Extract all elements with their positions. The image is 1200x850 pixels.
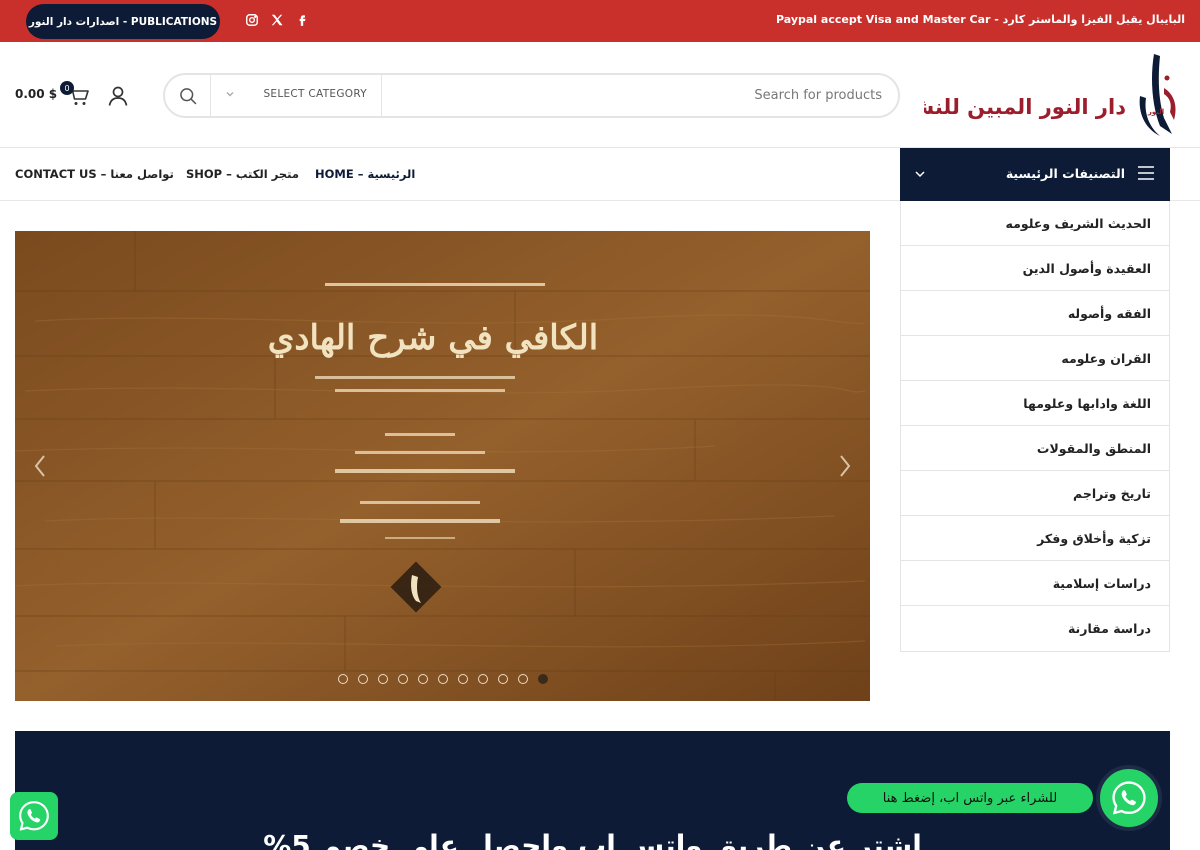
category-item[interactable]: المنطق والمقولات <box>901 426 1169 471</box>
slider-dot[interactable] <box>458 674 468 684</box>
slider-dot[interactable] <box>498 674 508 684</box>
slider-prev-button[interactable] <box>32 453 48 479</box>
categories-menu-toggle[interactable]: التصنيفات الرئيسية <box>900 148 1170 201</box>
logo-text: دار النور المبين للنشر والتوزيع <box>924 95 1126 119</box>
site-logo[interactable]: دار النور المبين للنشر والتوزيع النور <box>809 48 1182 142</box>
search-input[interactable] <box>380 75 898 116</box>
publications-button[interactable]: اصدارات دار النور - PUBLICATIONS <box>26 4 220 39</box>
slider-dot[interactable] <box>338 674 348 684</box>
whatsapp-chat-button[interactable] <box>1096 765 1162 831</box>
slider-dot-active[interactable] <box>538 674 548 684</box>
slider-dot[interactable] <box>378 674 388 684</box>
instagram-icon[interactable] <box>243 11 261 29</box>
cart-count-badge: 0 <box>60 81 74 95</box>
book-title: الكافي في شرح الهادي <box>268 318 598 358</box>
category-item[interactable]: دراسات إسلامية <box>901 561 1169 606</box>
category-select-label: SELECT CATEGORY <box>263 88 367 100</box>
category-select[interactable]: SELECT CATEGORY <box>211 75 381 116</box>
chevron-left-icon <box>34 455 45 477</box>
whatsapp-icon <box>19 801 49 831</box>
search-icon <box>179 87 196 104</box>
top-bar: البايبال يقبل الفيزا والماستر كارد - Pay… <box>0 0 1200 42</box>
slider-dot[interactable] <box>398 674 408 684</box>
slider-dot[interactable] <box>358 674 368 684</box>
site-header: دار النور المبين للنشر والتوزيع النور SE… <box>0 42 1200 148</box>
category-item[interactable]: دراسة مقارنة <box>901 606 1169 651</box>
user-icon <box>108 86 128 106</box>
cart-total[interactable]: 0.00 $ <box>15 87 57 101</box>
chevron-right-icon <box>840 455 851 477</box>
nav-contact-link[interactable]: CONTACT US – تواصل معنا <box>15 167 174 181</box>
slider-pagination <box>338 674 548 684</box>
slider-dot[interactable] <box>478 674 488 684</box>
slider-dot[interactable] <box>518 674 528 684</box>
payment-notice: البايبال يقبل الفيزا والماستر كارد - Pay… <box>775 13 1185 26</box>
category-item[interactable]: تاريخ وتراجم <box>901 471 1169 516</box>
slide-image: الكافي في شرح الهادي <box>15 231 870 701</box>
categories-list: الحديث الشريف وعلومه العقيدة وأصول الدين… <box>900 201 1170 652</box>
nav-home-link[interactable]: HOME – الرئيسية <box>315 167 415 181</box>
slider-dot[interactable] <box>438 674 448 684</box>
category-item[interactable]: الحديث الشريف وعلومه <box>901 201 1169 246</box>
facebook-icon[interactable] <box>293 11 311 29</box>
slider-next-button[interactable] <box>837 453 853 479</box>
category-item[interactable]: الفقه وأصوله <box>901 291 1169 336</box>
category-item[interactable]: تزكية وأخلاق وفكر <box>901 516 1169 561</box>
chevron-down-icon <box>226 92 234 97</box>
logo-emblem-text: النور <box>1147 108 1164 116</box>
search-divider <box>381 75 382 116</box>
menu-icon <box>1138 166 1154 180</box>
search-bar: SELECT CATEGORY <box>163 73 900 118</box>
slider-dot[interactable] <box>418 674 428 684</box>
chevron-down-icon <box>915 171 925 178</box>
nav-shop-link[interactable]: SHOP – متجر الكتب <box>186 167 299 181</box>
search-button[interactable] <box>165 75 210 116</box>
account-button[interactable] <box>106 84 130 108</box>
category-item[interactable]: القران وعلومه <box>901 336 1169 381</box>
x-icon[interactable] <box>268 11 286 29</box>
category-item[interactable]: العقيدة وأصول الدين <box>901 246 1169 291</box>
main-nav: CONTACT US – تواصل معنا SHOP – متجر الكت… <box>0 148 1200 201</box>
whatsapp-cta-bubble[interactable]: للشراء عبر واتس اب، إضغط هنا <box>847 783 1093 813</box>
categories-title: التصنيفات الرئيسية <box>1005 166 1125 181</box>
promo-banner-text: اشترِ عن طريق واتس اب واحصل على خصم 5% <box>263 829 922 850</box>
whatsapp-icon <box>1112 781 1146 815</box>
hero-slider: الكافي في شرح الهادي <box>15 231 870 701</box>
category-item[interactable]: اللغة وادابها وعلومها <box>901 381 1169 426</box>
search-divider <box>210 75 211 116</box>
whatsapp-float-button[interactable] <box>10 792 58 840</box>
